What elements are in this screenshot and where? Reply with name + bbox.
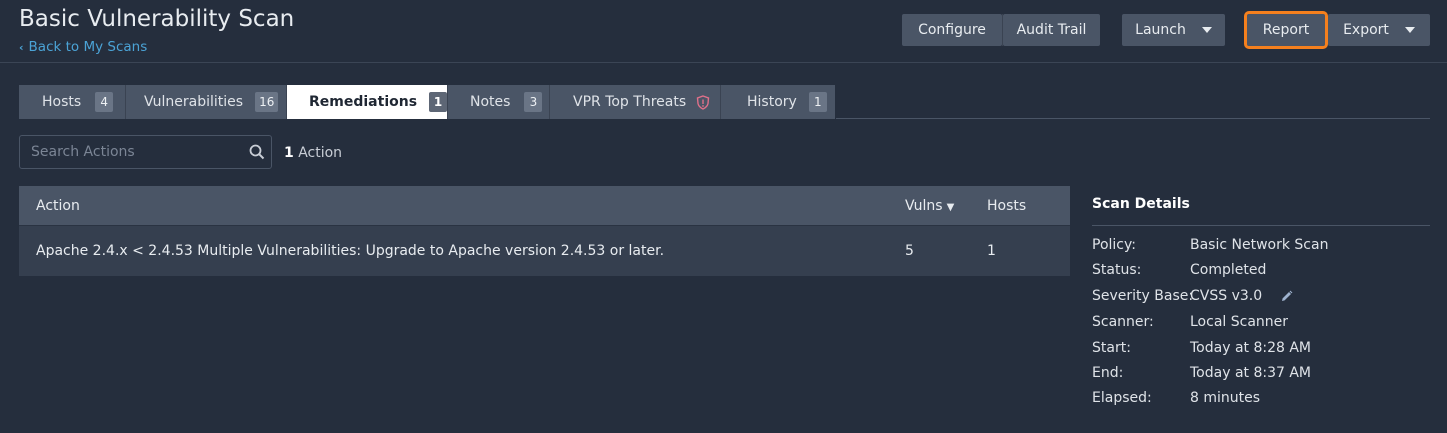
detail-label: Scanner: — [1092, 314, 1154, 331]
detail-value: Basic Network Scan — [1190, 237, 1329, 253]
result-count-label: Action — [298, 145, 343, 161]
detail-scanner: Scanner: Local Scanner — [1092, 314, 1430, 339]
pencil-icon[interactable] — [1280, 290, 1293, 303]
vulns-cell: 5 — [905, 243, 914, 259]
report-button[interactable]: Report — [1244, 11, 1328, 49]
detail-label: Elapsed: — [1092, 389, 1152, 406]
tab-label: History — [747, 94, 797, 110]
header-divider — [0, 62, 1447, 63]
detail-label: Status: — [1092, 262, 1142, 279]
remediations-table: Action Vulns ▼ Hosts Apache 2.4.x < 2.4.5… — [19, 186, 1070, 276]
count-badge: 3 — [524, 92, 543, 112]
launch-button[interactable]: Launch — [1122, 14, 1225, 46]
column-header-hosts[interactable]: Hosts — [987, 198, 1026, 214]
tab-history[interactable]: History 1 — [721, 85, 835, 119]
tab-label: Notes — [470, 94, 511, 110]
column-header-vulns[interactable]: Vulns ▼ — [905, 198, 954, 214]
result-count-number: 1 — [284, 145, 294, 161]
result-count: 1 Action — [284, 145, 342, 161]
detail-severity-base: Severity Base: CVSS v3.0 — [1092, 287, 1430, 314]
count-badge: 1 — [429, 92, 448, 112]
launch-label: Launch — [1135, 22, 1186, 38]
tab-hosts[interactable]: Hosts 4 — [19, 85, 126, 119]
scan-details-panel: Scan Details Policy: Basic Network Scan … — [1092, 196, 1430, 415]
back-to-scans-link[interactable]: ‹ Back to My Scans — [19, 39, 147, 55]
detail-value: 8 minutes — [1190, 389, 1261, 406]
detail-value: Local Scanner — [1190, 314, 1289, 331]
action-cell: Apache 2.4.x < 2.4.53 Multiple Vulnerabi… — [36, 243, 665, 259]
table-header: Action Vulns ▼ Hosts — [19, 186, 1070, 225]
caret-down-icon — [1201, 27, 1212, 33]
detail-value-group: CVSS v3.0 — [1190, 288, 1293, 304]
tab-vpr-top-threats[interactable]: VPR Top Threats — [550, 85, 721, 119]
detail-value: Completed — [1190, 262, 1267, 279]
audit-trail-button[interactable]: Audit Trail — [1003, 14, 1100, 46]
hosts-cell: 1 — [987, 243, 996, 259]
column-header-label: Vulns — [905, 197, 943, 214]
export-label: Export — [1343, 22, 1389, 38]
tab-vulnerabilities[interactable]: Vulnerabilities 16 — [126, 85, 287, 119]
count-badge: 4 — [95, 92, 114, 112]
table-row[interactable]: Apache 2.4.x < 2.4.53 Multiple Vulnerabi… — [19, 225, 1070, 276]
detail-value: Today at 8:37 AM — [1190, 364, 1312, 381]
detail-label: Policy: — [1092, 237, 1136, 253]
search-input[interactable] — [20, 144, 243, 160]
report-label: Report — [1262, 22, 1310, 38]
tab-notes[interactable]: Notes 3 — [448, 85, 550, 119]
tab-remediations[interactable]: Remediations 1 — [287, 85, 448, 119]
tab-label: Remediations — [309, 94, 418, 110]
detail-value: CVSS v3.0 — [1190, 288, 1263, 305]
scan-details-title: Scan Details — [1092, 196, 1190, 212]
detail-label: Start: — [1092, 339, 1131, 356]
tab-bar: Hosts 4 Vulnerabilities 16 Remediations … — [19, 85, 835, 119]
tab-label: Vulnerabilities — [144, 94, 244, 110]
tab-label: Hosts — [42, 94, 82, 110]
detail-policy: Policy: Basic Network Scan — [1092, 237, 1430, 262]
count-badge: 1 — [808, 92, 827, 112]
page-title: Basic Vulnerability Scan — [19, 6, 295, 32]
shield-icon — [696, 94, 710, 110]
chevron-left-icon: ‹ — [19, 40, 24, 54]
caret-down-icon — [1404, 27, 1415, 33]
detail-value: Today at 8:28 AM — [1190, 339, 1312, 356]
count-badge: 16 — [255, 92, 279, 112]
export-button[interactable]: Export — [1328, 14, 1430, 46]
detail-end: End: Today at 8:37 AM — [1092, 365, 1430, 390]
tab-bar-divider — [836, 118, 1430, 119]
back-link-label: Back to My Scans — [28, 39, 148, 55]
column-header-action[interactable]: Action — [36, 198, 80, 214]
audit-trail-label: Audit Trail — [1016, 22, 1087, 38]
tab-label: VPR Top Threats — [573, 94, 687, 110]
detail-elapsed: Elapsed: 8 minutes — [1092, 390, 1430, 415]
sort-desc-icon: ▼ — [946, 201, 955, 213]
detail-status: Status: Completed — [1092, 262, 1430, 287]
detail-label: Severity Base: — [1092, 288, 1194, 305]
configure-button[interactable]: Configure — [902, 14, 1002, 46]
detail-label: End: — [1092, 364, 1124, 381]
search-icon[interactable] — [243, 136, 271, 168]
configure-label: Configure — [918, 22, 986, 38]
detail-start: Start: Today at 8:28 AM — [1092, 340, 1430, 365]
search-box — [19, 135, 272, 169]
